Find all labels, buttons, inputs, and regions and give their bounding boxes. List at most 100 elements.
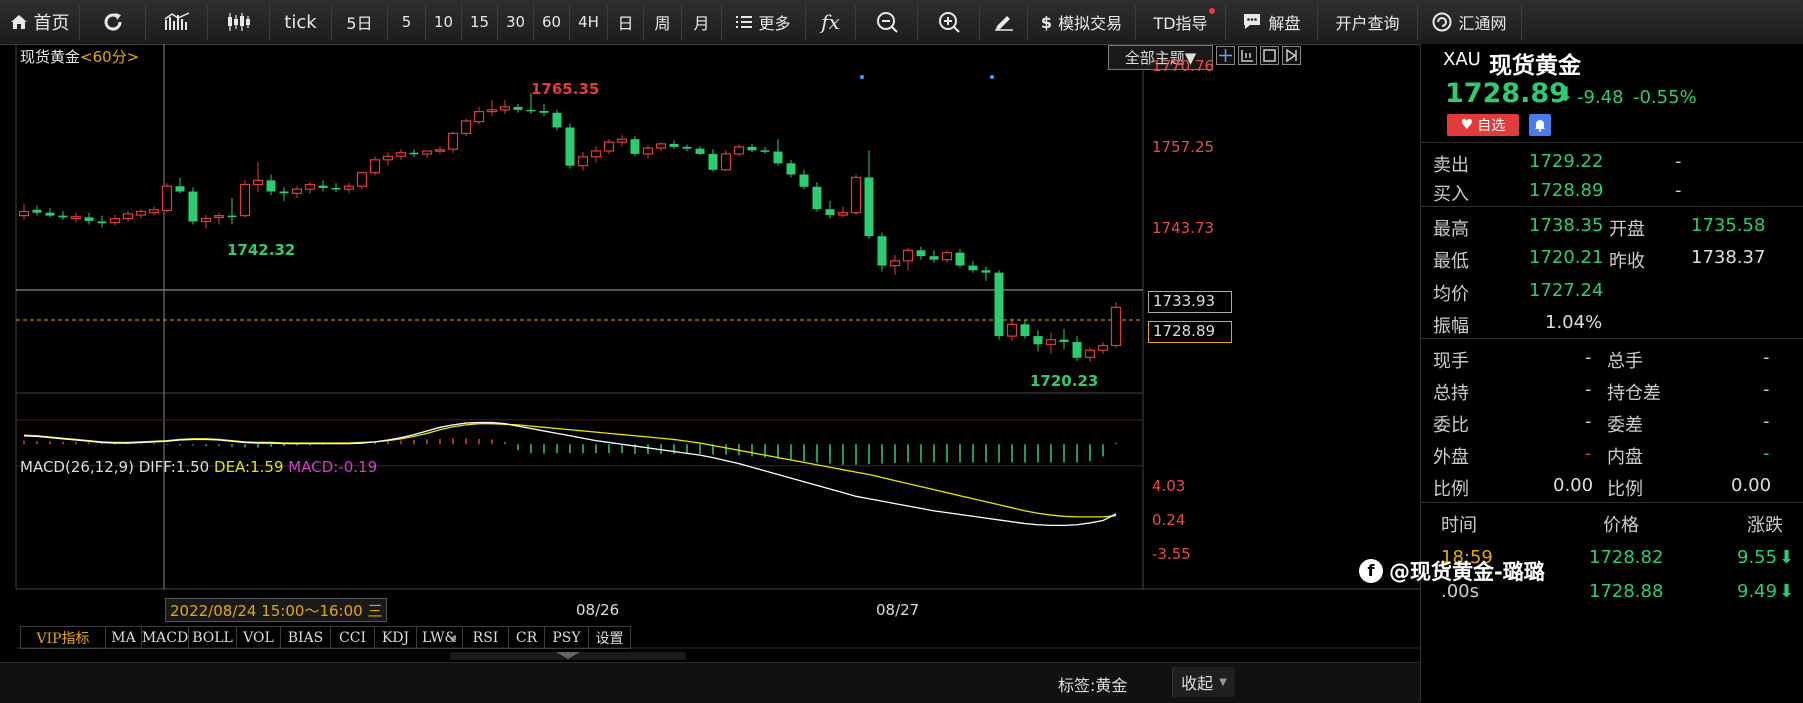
period-15-button[interactable]: 15 [462,4,498,40]
candle-body [421,150,433,155]
watermark-text: @现货黄金-璐璐 [1389,560,1545,584]
candle-body [266,180,276,192]
analysis-button[interactable]: 解盘 [1226,4,1318,40]
candle-body [733,146,745,155]
low-price-label: 1742.32 [227,241,296,259]
current-price-tag: 1728.89 [1148,321,1232,343]
td-indicator-button[interactable]: TD指导 [1136,4,1226,40]
simulated-trading-button[interactable]: $ 模拟交易 [1028,4,1136,40]
tab-cr[interactable]: CR [509,626,545,649]
tab-macd[interactable]: MACD [142,626,189,649]
candle-body [682,146,692,149]
candle-body [239,183,251,217]
candle-body [434,149,446,152]
tab-cci[interactable]: CCI [331,626,375,649]
list-icon [736,16,753,28]
zoom-in-button[interactable] [918,4,980,40]
draw-button[interactable] [980,4,1028,40]
zoom-out-button[interactable] [856,4,918,40]
tick-button[interactable]: tick [270,4,332,40]
period-month-button[interactable]: 月 [682,4,722,40]
layout-icon[interactable] [1238,46,1257,65]
candle-body [122,213,134,220]
quote-value: 1735.58 [1691,215,1766,236]
low-price-label: 1720.23 [1030,372,1099,390]
crosshair-icon[interactable] [1216,46,1235,65]
tab-boll[interactable]: BOLL [189,626,237,649]
candle-body [850,176,862,214]
bar-chart-button[interactable] [146,4,208,40]
candle-body [200,217,212,223]
five-day-button[interactable]: 5日 [332,4,388,40]
watchlist-button[interactable]: ♥ 自选 [1447,114,1519,136]
candle-body [486,109,498,113]
time-cursor-label: 2022/08/24 15:00～16:00 三 [165,598,388,622]
period-60-button[interactable]: 60 [534,4,570,40]
tick-label: tick [284,11,317,33]
quote-value: - [1585,443,1592,464]
refresh-button[interactable] [80,4,146,40]
tab-bias[interactable]: BIAS [281,626,331,649]
ticks-header: 时间 价格 涨跌 [1421,505,1803,541]
period-label: 15 [469,13,490,31]
quote-key: 比例 [1607,479,1643,500]
period-5-button[interactable]: 5 [388,4,426,40]
alert-button[interactable] [1529,114,1551,136]
tab-kdj[interactable]: KDJ [375,626,417,649]
candle-body [161,185,173,211]
candle-body [994,272,1004,337]
candle-body [175,186,185,192]
candle-body [473,110,485,123]
chart-canvas[interactable] [0,44,1420,662]
period-week-button[interactable]: 周 [644,4,682,40]
tag-label: 标签:黄金 [1058,676,1128,695]
next-icon[interactable] [1282,46,1301,65]
candle-body [1110,306,1122,347]
scroll-left-icon[interactable]: ◂ [450,630,462,646]
account-query-button[interactable]: 开户查询 [1318,4,1418,40]
y-axis-label: 1743.73 [1152,219,1215,237]
candle-body [786,163,796,175]
quote-value: - [1585,379,1592,400]
period-label: 5 [401,13,412,31]
period-30-button[interactable]: 30 [498,4,534,40]
candlestick-button[interactable] [208,4,270,40]
macd-value: MACD:-0.19 [288,458,378,476]
quote-key: 振幅 [1433,316,1469,337]
candle-body [616,138,628,143]
candle-body [695,148,705,154]
candle-body [45,212,55,216]
dropdown-arrow-icon: ▼ [1219,676,1227,688]
quote-key: 持仓差 [1607,383,1661,404]
zoom-out-icon [876,12,898,33]
formula-button[interactable]: fx [806,4,856,40]
candle-body [539,111,549,113]
collapse-chevron-icon[interactable] [556,652,580,659]
tab-vol[interactable]: VOL [237,626,281,649]
quote-value: - [1585,347,1592,368]
candle-body [929,256,939,260]
fullscreen-icon[interactable] [1260,46,1279,65]
home-button[interactable]: 首页 [0,4,80,40]
tab-ma[interactable]: MA [106,626,142,649]
candle-body [655,143,667,149]
tab-rsi[interactable]: RSI [463,626,509,649]
high-price-label: 1765.35 [531,80,600,98]
period-4h-button[interactable]: 4H [570,4,608,40]
more-button[interactable]: 更多 [722,4,806,40]
tab-psy[interactable]: PSY [545,626,589,649]
period-10-button[interactable]: 10 [426,4,462,40]
quote-row-ratio: 比例 0.00 比例 0.00 [1421,469,1803,505]
candle-body [760,150,770,152]
quote-value: 0.00 [1553,475,1594,496]
huitong-button[interactable]: 汇通网 [1418,4,1522,40]
quote-row-open-interest: 总持 - 持仓差 - [1421,373,1803,409]
period-day-button[interactable]: 日 [608,4,644,40]
collapse-button[interactable]: 收起 ▼ [1172,667,1235,697]
tab-vip-indicator[interactable]: VIP指标 [20,626,106,649]
candlestick-icon [227,13,250,31]
tab-settings[interactable]: 设置 [589,626,631,649]
simulated-trading-label: 模拟交易 [1058,14,1123,33]
candle-body [864,177,874,237]
candle-body [1059,339,1069,342]
